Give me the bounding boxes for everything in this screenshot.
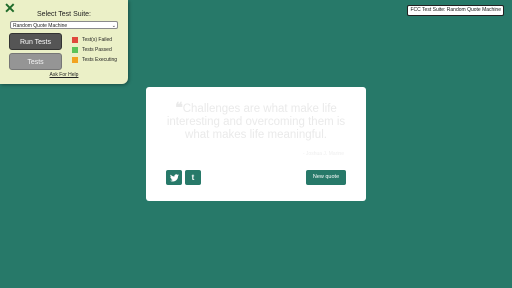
tweet-button[interactable] [166,170,182,185]
test-suite-title: Select Test Suite: [37,11,91,18]
legend-passed-label: Tests Passed [82,47,112,53]
tumblr-icon: t [191,173,195,182]
passed-swatch [72,47,78,53]
test-suite-selected: Random Quote Machine [13,23,68,29]
quote-text: Challenges are what make life interestin… [166,103,346,141]
quote-author: - Joshua J. Marine [302,151,344,157]
quote-text-block: ❝Challenges are what make life interesti… [162,99,350,142]
twitter-icon [169,174,179,182]
legend-executing-label: Tests Executing [82,57,118,63]
tumblr-button[interactable]: t [185,170,201,185]
chevron-down-icon: ⌄ [111,23,116,29]
quote-box: ❝Challenges are what make life interesti… [146,87,366,201]
quote-mark-icon: ❝ [175,99,183,115]
run-tests-button[interactable]: Run Tests [9,33,62,50]
test-suite-select[interactable]: Random Quote Machine ⌄ [10,21,118,29]
legend-executing: Tests Executing [72,57,117,63]
executing-swatch [72,57,78,63]
legend-passed: Tests Passed [72,47,112,53]
ask-for-help-link[interactable]: Ask For Help [0,72,128,78]
fcc-test-panel: ✕ Select Test Suite: Random Quote Machin… [0,0,128,84]
legend-failed: Test(s) Failed [72,37,112,43]
fcc-test-suite-badge[interactable]: FCC Test Suite: Random Quote Machine [407,5,504,16]
tests-button[interactable]: Tests [9,53,62,70]
failed-swatch [72,37,78,43]
legend-failed-label: Test(s) Failed [82,37,113,43]
new-quote-button[interactable]: New quote [306,170,346,185]
